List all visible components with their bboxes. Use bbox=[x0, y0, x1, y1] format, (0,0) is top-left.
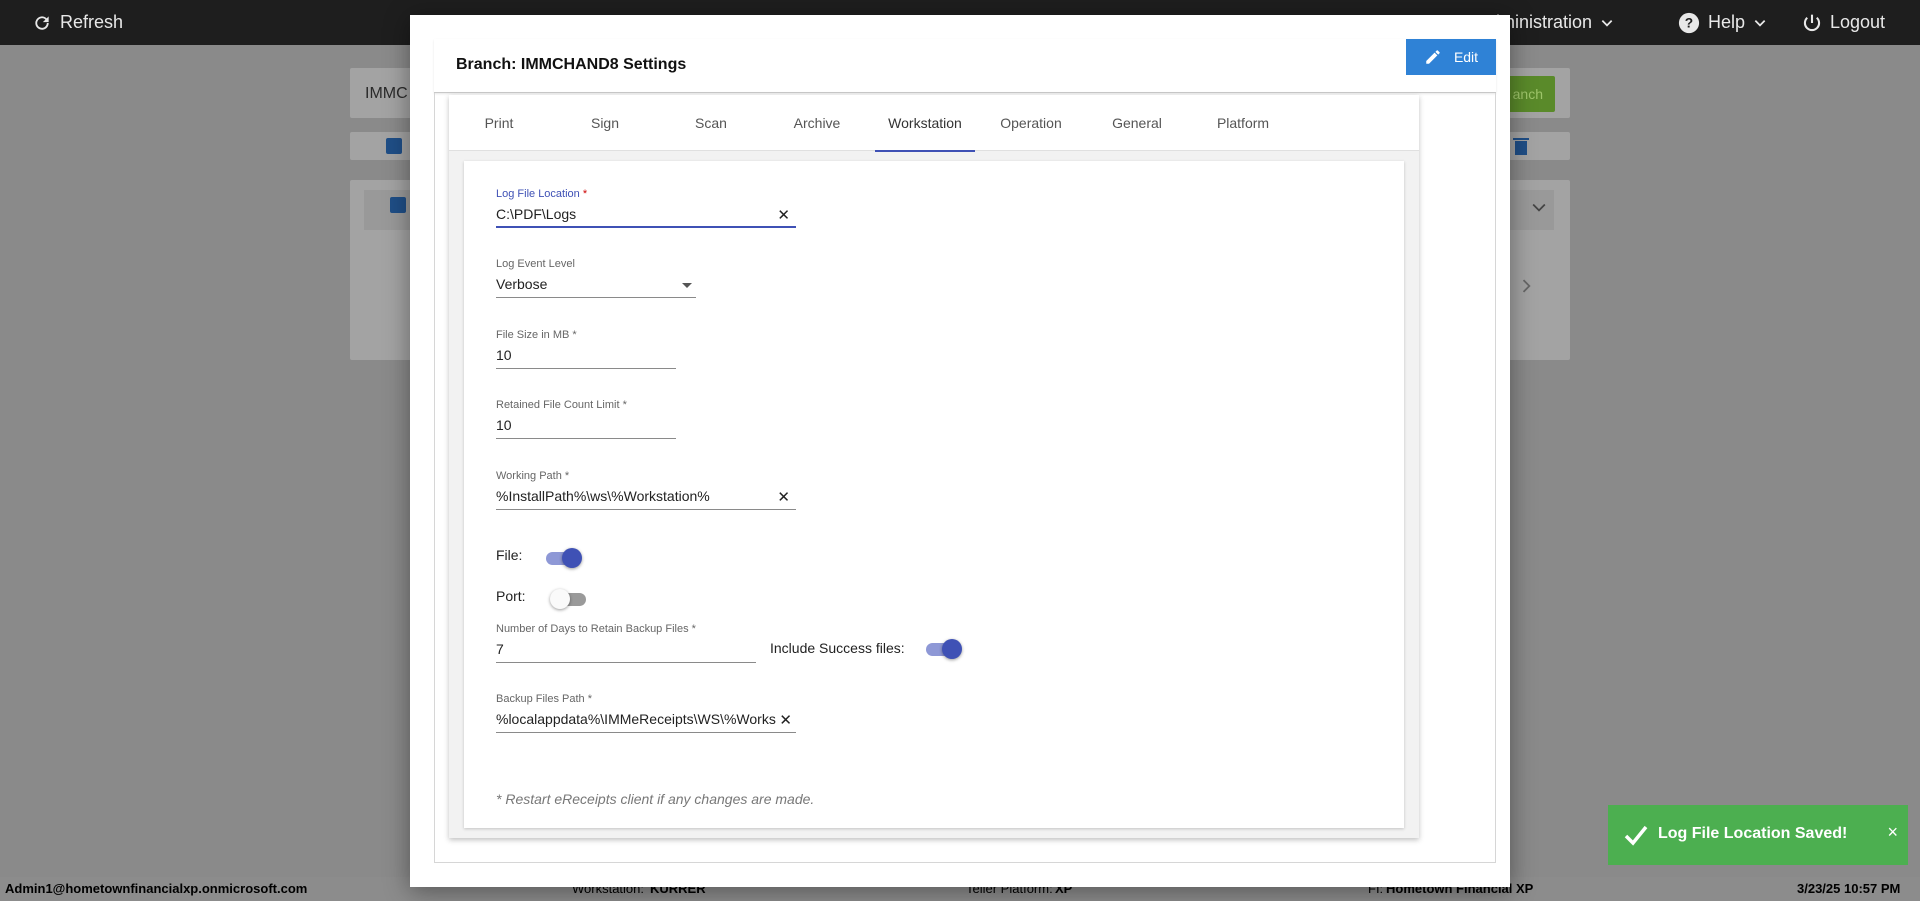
power-icon bbox=[1803, 14, 1821, 31]
toggle-knob bbox=[550, 589, 570, 609]
working-path-input[interactable]: %InstallPath%\ws\%Workstation% bbox=[496, 488, 766, 504]
logout-button[interactable]: Logout bbox=[1802, 0, 1885, 45]
tab-operation[interactable]: Operation bbox=[981, 95, 1081, 151]
tab-print[interactable]: Print bbox=[449, 95, 549, 151]
input-underline bbox=[496, 297, 696, 298]
tab-workstation[interactable]: Workstation bbox=[875, 95, 975, 152]
success-toast: Log File Location Saved! × bbox=[1608, 805, 1908, 865]
chevron-down-icon bbox=[1754, 19, 1766, 27]
clear-icon[interactable]: ✕ bbox=[777, 488, 790, 506]
include-success-toggle[interactable] bbox=[924, 639, 962, 659]
retained-file-count-field[interactable]: Retained File Count Limit * 10 bbox=[496, 399, 676, 439]
modal-header: Branch: IMMCHAND8 Settings Edit bbox=[434, 39, 1496, 93]
branch-settings-modal: Branch: IMMCHAND8 Settings Edit Print Si… bbox=[410, 15, 1510, 887]
settings-card: Print Sign Scan Archive Workstation Oper… bbox=[449, 95, 1419, 838]
help-label: Help bbox=[1708, 12, 1746, 32]
clear-icon[interactable]: ✕ bbox=[777, 206, 790, 224]
edit-label: Edit bbox=[1453, 49, 1479, 65]
file-size-input[interactable]: 10 bbox=[496, 347, 512, 363]
clear-icon[interactable]: ✕ bbox=[779, 711, 792, 729]
log-event-level-label: Log Event Level bbox=[496, 258, 575, 270]
help-icon: ? bbox=[1678, 12, 1700, 33]
backup-files-path-label: Backup Files Path * bbox=[496, 693, 592, 705]
workstation-panel: Log File Location * C:\PDF\Logs ✕ Log Ev… bbox=[464, 161, 1404, 828]
file-size-label: File Size in MB * bbox=[496, 329, 577, 341]
search-input[interactable]: IMMC bbox=[365, 85, 408, 103]
log-file-location-field[interactable]: Log File Location * C:\PDF\Logs ✕ bbox=[496, 188, 796, 228]
working-path-field[interactable]: Working Path * %InstallPath%\ws\%Worksta… bbox=[496, 470, 796, 510]
user-email: Admin1@hometownfinancialxp.onmicrosoft.c… bbox=[5, 881, 308, 896]
help-menu[interactable]: ? Help bbox=[1678, 0, 1767, 45]
input-underline bbox=[496, 368, 676, 369]
backup-days-input[interactable]: 7 bbox=[496, 641, 504, 657]
toast-message: Log File Location Saved! bbox=[1658, 825, 1848, 842]
backup-files-path-input[interactable]: %localappdata%\IMMeReceipts\WS\%Works bbox=[496, 711, 776, 727]
delete-icon[interactable] bbox=[1513, 137, 1529, 155]
retained-file-count-input[interactable]: 10 bbox=[496, 417, 512, 433]
backup-days-label: Number of Days to Retain Backup Files * bbox=[496, 623, 696, 635]
log-file-location-label: Log File Location * bbox=[496, 188, 588, 200]
tab-general[interactable]: General bbox=[1087, 95, 1187, 151]
svg-text:?: ? bbox=[1685, 15, 1693, 30]
toggle-knob bbox=[942, 639, 962, 659]
chevron-down-icon bbox=[1601, 19, 1613, 27]
tab-sign[interactable]: Sign bbox=[555, 95, 655, 151]
datetime: 3/23/25 10:57 PM bbox=[1797, 881, 1901, 896]
file-toggle[interactable] bbox=[544, 548, 582, 568]
refresh-icon bbox=[35, 15, 49, 30]
backup-days-field[interactable]: Number of Days to Retain Backup Files * … bbox=[496, 623, 756, 663]
log-file-location-input[interactable]: C:\PDF\Logs bbox=[496, 206, 766, 222]
branch-row-checkbox[interactable] bbox=[390, 197, 406, 213]
pencil-icon bbox=[1426, 50, 1440, 64]
refresh-button[interactable]: Refresh bbox=[32, 0, 123, 45]
input-underline bbox=[496, 509, 796, 510]
port-toggle[interactable] bbox=[550, 589, 586, 609]
tab-archive[interactable]: Archive bbox=[767, 95, 867, 151]
input-underline bbox=[496, 438, 676, 439]
chevron-right-icon[interactable] bbox=[1522, 279, 1532, 293]
input-underline bbox=[496, 662, 756, 663]
include-success-label: Include Success files: bbox=[770, 640, 905, 656]
settings-tabs: Print Sign Scan Archive Workstation Oper… bbox=[449, 95, 1419, 152]
modal-title: Branch: IMMCHAND8 Settings bbox=[456, 56, 687, 73]
edit-button[interactable]: Edit bbox=[1406, 39, 1496, 75]
select-all-checkbox[interactable] bbox=[386, 138, 402, 154]
refresh-label: Refresh bbox=[60, 12, 124, 32]
backup-files-path-field[interactable]: Backup Files Path * %localappdata%\IMMeR… bbox=[496, 693, 796, 733]
dropdown-arrow-icon[interactable] bbox=[682, 283, 692, 288]
log-event-level-value: Verbose bbox=[496, 276, 548, 292]
tab-platform[interactable]: Platform bbox=[1193, 95, 1293, 151]
expand-icon[interactable] bbox=[1532, 203, 1546, 213]
port-toggle-label: Port: bbox=[496, 588, 526, 604]
log-event-level-select[interactable]: Log Event Level Verbose bbox=[496, 258, 696, 298]
working-path-label: Working Path * bbox=[496, 470, 570, 482]
toggle-knob bbox=[562, 548, 582, 568]
input-underline bbox=[496, 732, 796, 733]
logout-label: Logout bbox=[1830, 12, 1886, 32]
file-toggle-label: File: bbox=[496, 547, 523, 563]
restart-note: * Restart eReceipts client if any change… bbox=[496, 791, 815, 807]
tab-scan[interactable]: Scan bbox=[661, 95, 761, 151]
input-underline bbox=[496, 226, 796, 228]
retained-file-count-label: Retained File Count Limit * bbox=[496, 399, 627, 411]
toast-close-icon[interactable]: × bbox=[1887, 822, 1898, 843]
checkmark-icon bbox=[1624, 825, 1648, 846]
file-size-field[interactable]: File Size in MB * 10 bbox=[496, 329, 676, 369]
